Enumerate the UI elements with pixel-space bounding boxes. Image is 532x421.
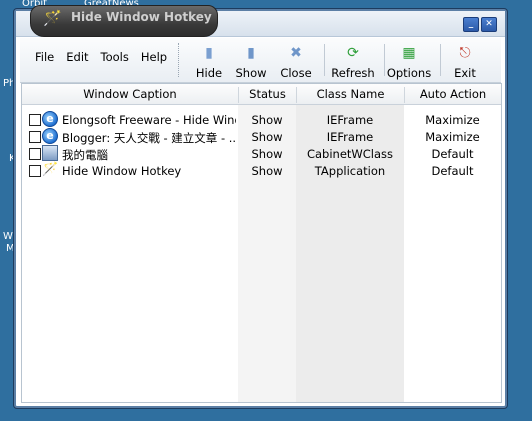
wand-icon: 🪄	[43, 9, 62, 27]
row-checkbox[interactable]	[29, 131, 41, 143]
app-window: _ ✕ 🪄 Hide Window Hotkey File Edit Tools…	[14, 5, 507, 408]
status-cell: Show	[251, 130, 283, 144]
status-cell: Show	[251, 164, 283, 178]
options-icon: ▦	[402, 45, 416, 61]
action-cell: Default	[431, 164, 474, 178]
column-header-class[interactable]: Class Name	[297, 87, 404, 101]
hide-button[interactable]: ▮ Hide	[186, 41, 232, 80]
refresh-icon: ⟳	[347, 45, 359, 61]
column-header-caption[interactable]: Window Caption	[22, 87, 238, 101]
refresh-button[interactable]: ⟳ Refresh	[330, 41, 376, 80]
toolbar-separator	[440, 44, 441, 76]
row-checkbox[interactable]	[29, 114, 41, 126]
options-button[interactable]: ▦ Options	[386, 41, 432, 80]
row-checkbox[interactable]	[29, 148, 41, 160]
toolbar-separator	[384, 44, 385, 76]
close-window-button-label: Close	[280, 66, 312, 80]
exit-button[interactable]: ⎋ Exit	[442, 41, 488, 80]
menu-help[interactable]: Help	[140, 50, 168, 64]
status-cell: Show	[251, 147, 283, 161]
window-title: Hide Window Hotkey	[71, 10, 212, 24]
table-row[interactable]: e Blogger: 天人交戰 - 建立文章 - ... Show IEFram…	[22, 128, 501, 145]
table-row[interactable]: 🪄 Hide Window Hotkey Show TApplication D…	[22, 162, 501, 179]
caption-cell: Blogger: 天人交戰 - 建立文章 - ...	[62, 131, 236, 145]
my-computer-icon	[42, 145, 58, 161]
show-button[interactable]: ▮ Show	[228, 41, 274, 80]
window-list[interactable]: Window Caption Status Class Name Auto Ac…	[21, 83, 502, 403]
class-cell: TApplication	[314, 164, 386, 178]
menu-edit[interactable]: Edit	[65, 50, 89, 64]
close-window-icon: ✖	[290, 45, 302, 61]
title-tab[interactable]: 🪄 Hide Window Hotkey	[30, 5, 218, 37]
table-row[interactable]: 我的電腦 Show CabinetWClass Default	[22, 145, 501, 162]
options-button-label: Options	[386, 66, 432, 80]
list-header: Window Caption Status Class Name Auto Ac…	[22, 84, 501, 105]
caption-cell: 我的電腦	[62, 148, 108, 162]
toolbar: File Edit Tools Help ▮ Hide ▮ Show ✖ Clo…	[20, 38, 501, 83]
action-cell: Maximize	[425, 113, 480, 127]
menu-file[interactable]: File	[34, 50, 55, 64]
action-cell: Maximize	[425, 130, 480, 144]
class-cell: IEFrame	[326, 113, 374, 127]
show-window-icon: ▮	[247, 45, 255, 61]
class-cell: IEFrame	[326, 130, 374, 144]
column-header-action[interactable]: Auto Action	[405, 87, 501, 101]
ie-icon: e	[42, 111, 58, 127]
hide-button-label: Hide	[195, 66, 223, 80]
action-cell: Default	[431, 147, 474, 161]
status-cell: Show	[251, 113, 283, 127]
caption-cell: Hide Window Hotkey	[62, 164, 182, 178]
row-checkbox[interactable]	[29, 165, 41, 177]
close-window-button[interactable]: ✖ Close	[273, 41, 319, 80]
caption-cell: Elongsoft Freeware - Hide Windo...	[62, 113, 236, 127]
toolbar-grip[interactable]	[178, 43, 181, 77]
minimize-button[interactable]: _	[463, 17, 479, 32]
menu-tools[interactable]: Tools	[100, 50, 130, 64]
exit-button-label: Exit	[454, 66, 476, 80]
exit-icon: ⎋	[459, 45, 471, 61]
show-button-label: Show	[235, 66, 267, 80]
table-row[interactable]: e Elongsoft Freeware - Hide Windo... Sho…	[22, 111, 501, 128]
class-cell: CabinetWClass	[306, 147, 394, 161]
ie-icon: e	[42, 128, 58, 144]
toolbar-separator	[324, 44, 325, 76]
refresh-button-label: Refresh	[331, 66, 375, 80]
close-button[interactable]: ✕	[481, 17, 497, 32]
wand-icon: 🪄	[42, 162, 59, 177]
menu-bar: File Edit Tools Help	[34, 50, 168, 64]
column-header-status[interactable]: Status	[239, 87, 296, 101]
hide-window-icon: ▮	[205, 45, 213, 61]
